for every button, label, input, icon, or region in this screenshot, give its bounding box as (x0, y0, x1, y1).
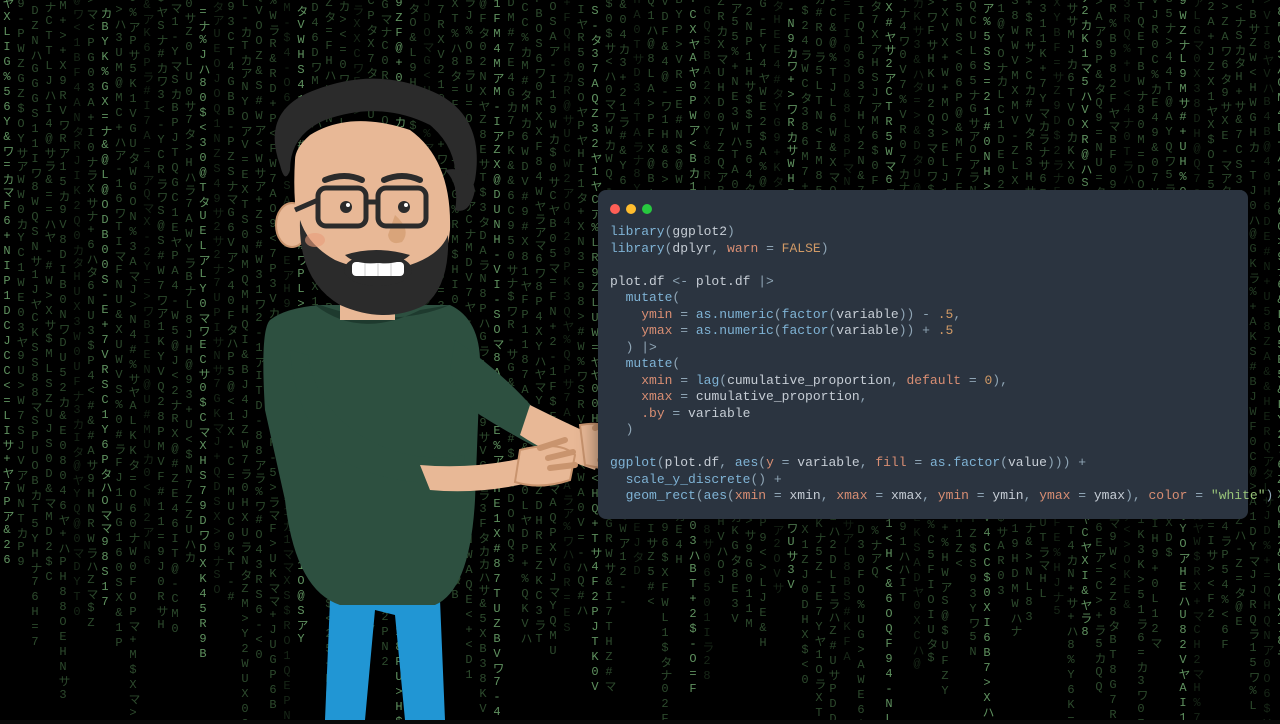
code-line: library(ggplot2) (610, 224, 1236, 241)
code-line (610, 439, 1236, 456)
code-line: plot.df <- plot.df |> (610, 274, 1236, 291)
code-line: scale_y_discrete() + (610, 472, 1236, 489)
code-line: mutate( (610, 290, 1236, 307)
maximize-dot-icon[interactable] (642, 204, 652, 214)
code-line: mutate( (610, 356, 1236, 373)
minimize-dot-icon[interactable] (626, 204, 636, 214)
code-line: ymin = as.numeric(factor(variable)) - .5… (610, 307, 1236, 324)
code-line: xmax = cumulative_proportion, (610, 389, 1236, 406)
code-editor-window: library(ggplot2)library(dplyr, warn = FA… (598, 190, 1248, 519)
code-line: ) (610, 422, 1236, 439)
code-line: ggplot(plot.df, aes(y = variable, fill =… (610, 455, 1236, 472)
code-line: library(dplyr, warn = FALSE) (610, 241, 1236, 258)
cartoon-presenter-character (140, 70, 610, 720)
code-line: ymax = as.numeric(factor(variable)) + .5 (610, 323, 1236, 340)
code-line (610, 257, 1236, 274)
code-line: xmin = lag(cumulative_proportion, defaul… (610, 373, 1236, 390)
window-traffic-lights (598, 200, 1248, 224)
code-line: .by = variable (610, 406, 1236, 423)
code-line: geom_rect(aes(xmin = xmin, xmax = xmax, … (610, 488, 1236, 505)
close-dot-icon[interactable] (610, 204, 620, 214)
code-content: library(ggplot2)library(dplyr, warn = FA… (598, 224, 1248, 505)
code-line: ) |> (610, 340, 1236, 357)
